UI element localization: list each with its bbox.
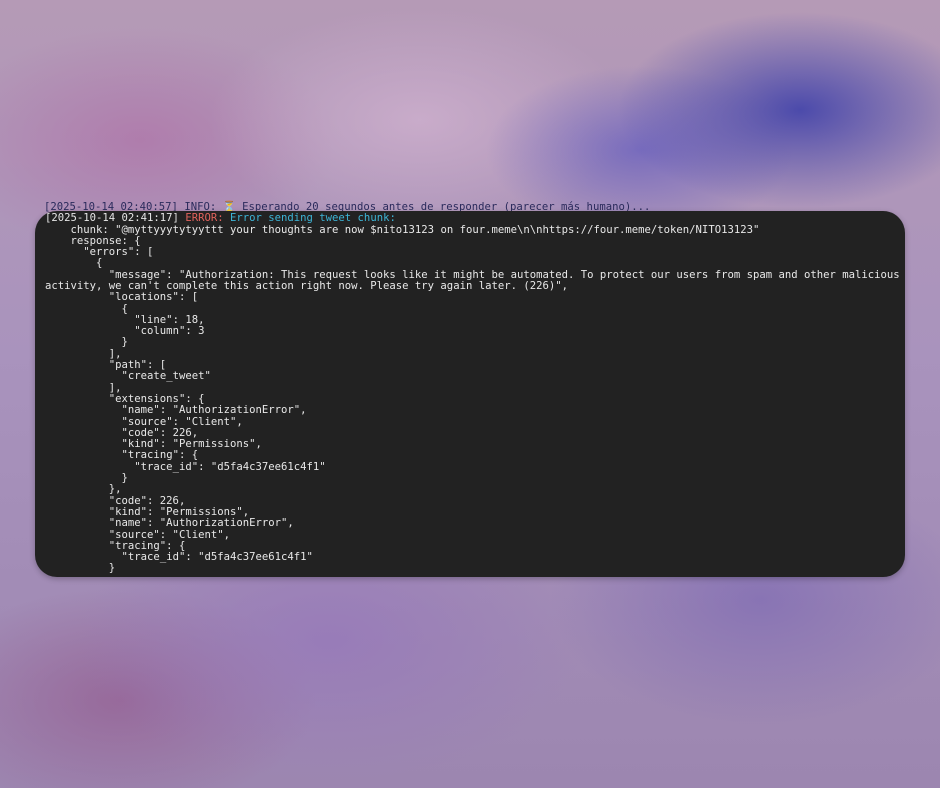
terminal-window[interactable]: [2025-10-14 02:41:17] ERROR: Error sendi… [35,211,905,577]
log-timestamp: [2025-10-14 02:41:17] [45,212,179,224]
log-response-body: chunk: "@myttyyytytyyttt your thoughts a… [45,223,900,575]
log-entry-header: [2025-10-14 02:41:17] ERROR: Error sendi… [45,212,396,224]
previous-log-line-fragment: [2025-10-14 02:40:57] INFO: ⏳ Esperando … [44,198,904,212]
log-message: Error sending tweet chunk: [230,212,396,224]
log-level-error: ERROR: [185,212,224,224]
